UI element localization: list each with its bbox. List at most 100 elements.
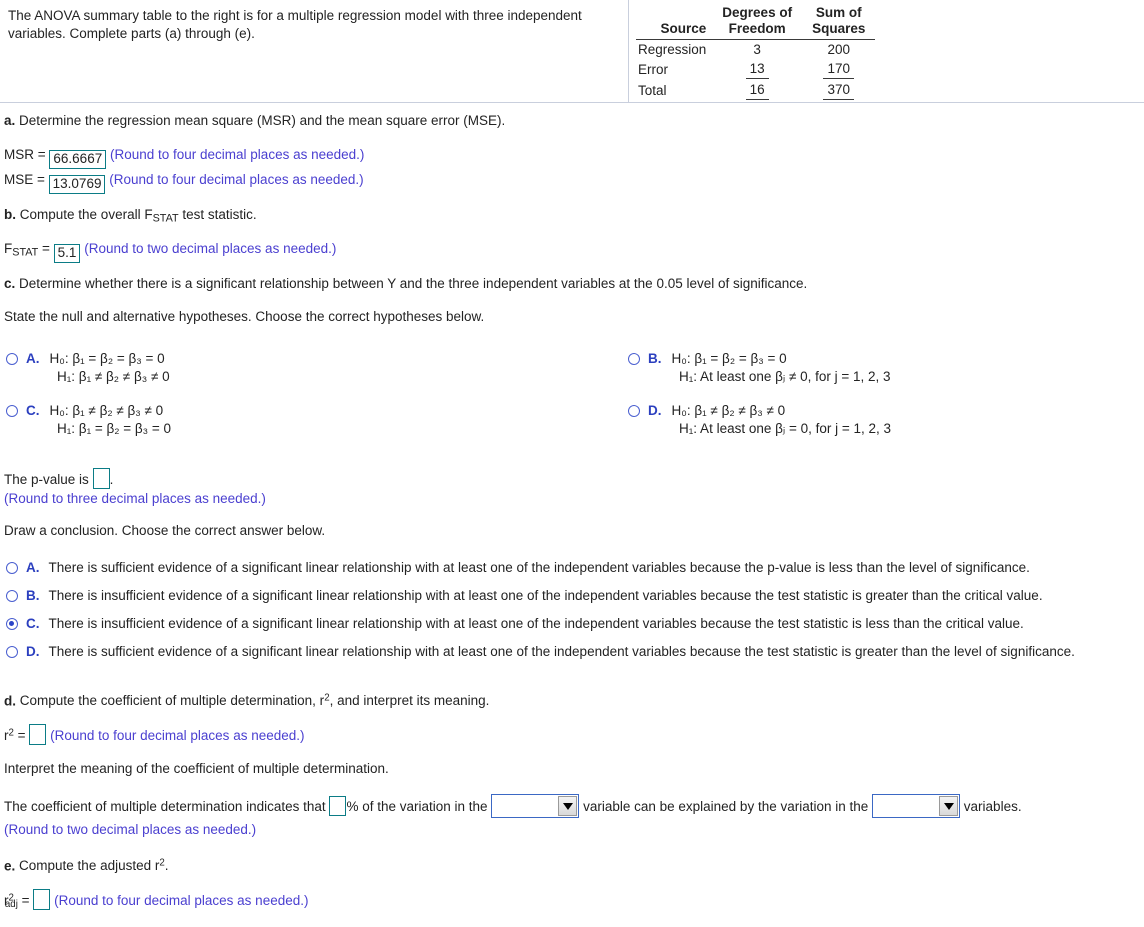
mse-input[interactable]: 13.0769: [48, 175, 106, 194]
conclusion-radio-a[interactable]: [6, 562, 18, 574]
pvalue-label: The p-value is: [4, 472, 89, 487]
chevron-down-icon: [943, 802, 954, 810]
conclusion-radio-b[interactable]: [6, 590, 18, 602]
anova-cell-ss: 370: [802, 80, 875, 101]
hypothesis-radio-a[interactable]: [6, 353, 18, 365]
part-a-question: a. Determine the regression mean square …: [4, 112, 505, 129]
hypothesis-option-c[interactable]: C. H₀: β₁ ≠ β₂ ≠ β₃ ≠ 0 H₁: β₁ = β₂ = β₃ …: [6, 403, 171, 436]
anova-header-source: Source: [636, 5, 713, 40]
fstat-row: FSTAT = 5.1 (Round to two decimal places…: [4, 240, 336, 263]
conclusion-option-a[interactable]: A. There is sufficient evidence of a sign…: [6, 560, 1030, 575]
anova-cell-ss-value: 370: [823, 81, 854, 100]
interpretation-hint: (Round to two decimal places as needed.): [4, 822, 257, 837]
hypothesis-h1-a: H₁: β₁ ≠ β₂ ≠ β₃ ≠ 0: [57, 369, 170, 384]
interpretation-text-3: variable can be explained by the variati…: [583, 799, 869, 814]
fstat-input[interactable]: 5.1: [53, 244, 81, 263]
pvalue-period: .: [109, 472, 114, 487]
hypothesis-option-a[interactable]: A. H₀: β₁ = β₂ = β₃ = 0 H₁: β₁ ≠ β₂ ≠ β₃ …: [6, 351, 170, 384]
part-d-r-squared-exponent: 2: [324, 693, 330, 704]
dependent-variable-dropdown[interactable]: [491, 794, 580, 818]
anova-summary-table: Source Degrees of Freedom Sum of Squares…: [636, 5, 876, 101]
anova-header-ss-line1: Sum of: [815, 5, 862, 20]
r2-row: r2 = (Round to four decimal places as ne…: [4, 724, 305, 745]
interpretation-text-2: % of the variation in the: [346, 799, 488, 814]
anova-cell-df: 16: [712, 80, 802, 101]
hypothesis-h0-b: H₀: β₁ = β₂ = β₃ = 0: [671, 351, 787, 366]
conclusion-text-c: There is insufficient evidence of a sign…: [48, 616, 1024, 631]
conclusion-option-c[interactable]: C. There is insufficient evidence of a si…: [6, 616, 1024, 631]
anova-header-ss-line2: Squares: [812, 21, 866, 36]
hypothesis-letter-d: D.: [648, 403, 662, 418]
fstat-subscript: STAT: [12, 246, 39, 259]
hypothesis-radio-c[interactable]: [6, 405, 18, 417]
percent-input[interactable]: [329, 796, 347, 816]
part-d-question-text: Compute the coefficient of multiple dete…: [19, 693, 490, 709]
r2-input[interactable]: [29, 724, 47, 745]
dropdown-button[interactable]: [558, 796, 578, 816]
hypotheses-instruction: State the null and alternative hypothese…: [4, 309, 485, 324]
anova-cell-source: Regression: [638, 42, 707, 57]
radj-label: r2adj: [4, 892, 18, 911]
conclusion-letter-b: B.: [26, 588, 40, 603]
interpretation-sentence: The coefficient of multiple determinatio…: [4, 794, 1022, 818]
fstat-hint: (Round to two decimal places as needed.): [84, 241, 337, 256]
r2-equals: =: [17, 728, 26, 743]
conclusion-option-b[interactable]: B. There is insufficient evidence of a si…: [6, 588, 1043, 603]
part-b-question: b. Compute the overall FSTAT test statis…: [4, 206, 257, 227]
msr-row: MSR = 66.6667 (Round to four decimal pla…: [4, 146, 364, 169]
hypothesis-option-d[interactable]: D. H₀: β₁ ≠ β₂ ≠ β₃ ≠ 0 H₁: At least one …: [628, 403, 891, 437]
header-section: The ANOVA summary table to the right is …: [0, 0, 1144, 103]
hypothesis-radio-b[interactable]: [628, 353, 640, 365]
header-vertical-divider: [628, 0, 629, 102]
interpretation-text-1: The coefficient of multiple determinatio…: [4, 799, 326, 814]
part-e-r-squared-exponent: 2: [159, 858, 165, 869]
part-d-label: d.: [4, 693, 16, 709]
conclusion-radio-d[interactable]: [6, 646, 18, 658]
independent-variable-dropdown[interactable]: [872, 794, 961, 818]
pvalue-input[interactable]: [92, 468, 110, 489]
anova-header-sum-of-squares: Sum of Squares: [802, 5, 876, 40]
radj-hint: (Round to four decimal places as needed.…: [54, 893, 309, 908]
fstat-equals: =: [42, 241, 50, 256]
r2-hint: (Round to four decimal places as needed.…: [50, 728, 305, 743]
conclusion-letter-a: A.: [26, 560, 40, 575]
anova-header-degrees-of-freedom: Degrees of Freedom: [712, 5, 803, 40]
hypothesis-h0-c: H₀: β₁ ≠ β₂ ≠ β₃ ≠ 0: [49, 403, 164, 418]
part-a-question-text: Determine the regression mean square (MS…: [19, 113, 506, 128]
msr-input[interactable]: 66.6667: [49, 150, 107, 169]
pvalue-hint: (Round to three decimal places as needed…: [4, 491, 266, 506]
anova-cell-df: 13: [712, 59, 802, 80]
anova-cell-source: Error: [638, 62, 668, 77]
part-a-label: a.: [4, 113, 16, 128]
mse-row: MSE = 13.0769 (Round to four decimal pla…: [4, 171, 364, 194]
conclusion-letter-c: C.: [26, 616, 40, 631]
dropdown-button[interactable]: [939, 796, 959, 816]
anova-cell-ss: 170: [802, 59, 875, 80]
hypothesis-h1-d: H₁: At least one βⱼ = 0, for j = 1, 2, 3: [679, 421, 892, 436]
chevron-down-icon: [562, 802, 573, 810]
anova-cell-source: Total: [638, 83, 667, 98]
part-e-label: e.: [4, 858, 16, 874]
conclusion-radio-c[interactable]: [6, 618, 18, 630]
anova-header-df-line1: Degrees of: [722, 5, 793, 20]
anova-row-total: Total 16 370: [636, 80, 875, 101]
hypothesis-option-b[interactable]: B. H₀: β₁ = β₂ = β₃ = 0 H₁: At least one …: [628, 351, 891, 385]
radj-input[interactable]: [33, 889, 51, 910]
hypothesis-letter-a: A.: [26, 351, 40, 366]
interpretation-text-4: variables.: [963, 799, 1022, 814]
pvalue-row: The p-value is .: [4, 468, 113, 489]
hypothesis-h0-d: H₀: β₁ ≠ β₂ ≠ β₃ ≠ 0: [671, 403, 786, 418]
anova-cell-ss-value: 170: [823, 60, 854, 79]
conclusion-instruction: Draw a conclusion. Choose the correct an…: [4, 523, 326, 538]
hypothesis-h1-b: H₁: At least one βⱼ ≠ 0, for j = 1, 2, 3: [679, 369, 891, 384]
hypothesis-radio-d[interactable]: [628, 405, 640, 417]
mse-hint: (Round to four decimal places as needed.…: [109, 172, 364, 187]
part-c-question-text: Determine whether there is a significant…: [19, 276, 808, 291]
conclusion-text-b: There is insufficient evidence of a sign…: [48, 588, 1043, 603]
interpret-instruction: Interpret the meaning of the coefficient…: [4, 761, 389, 776]
conclusion-option-d[interactable]: D. There is sufficient evidence of a sign…: [6, 644, 1075, 659]
conclusion-letter-d: D.: [26, 644, 40, 659]
part-b-question-text: Compute the overall FSTAT test statistic…: [19, 207, 257, 225]
hypothesis-letter-c: C.: [26, 403, 40, 418]
radj-row: r2adj = (Round to four decimal places as…: [4, 889, 308, 913]
